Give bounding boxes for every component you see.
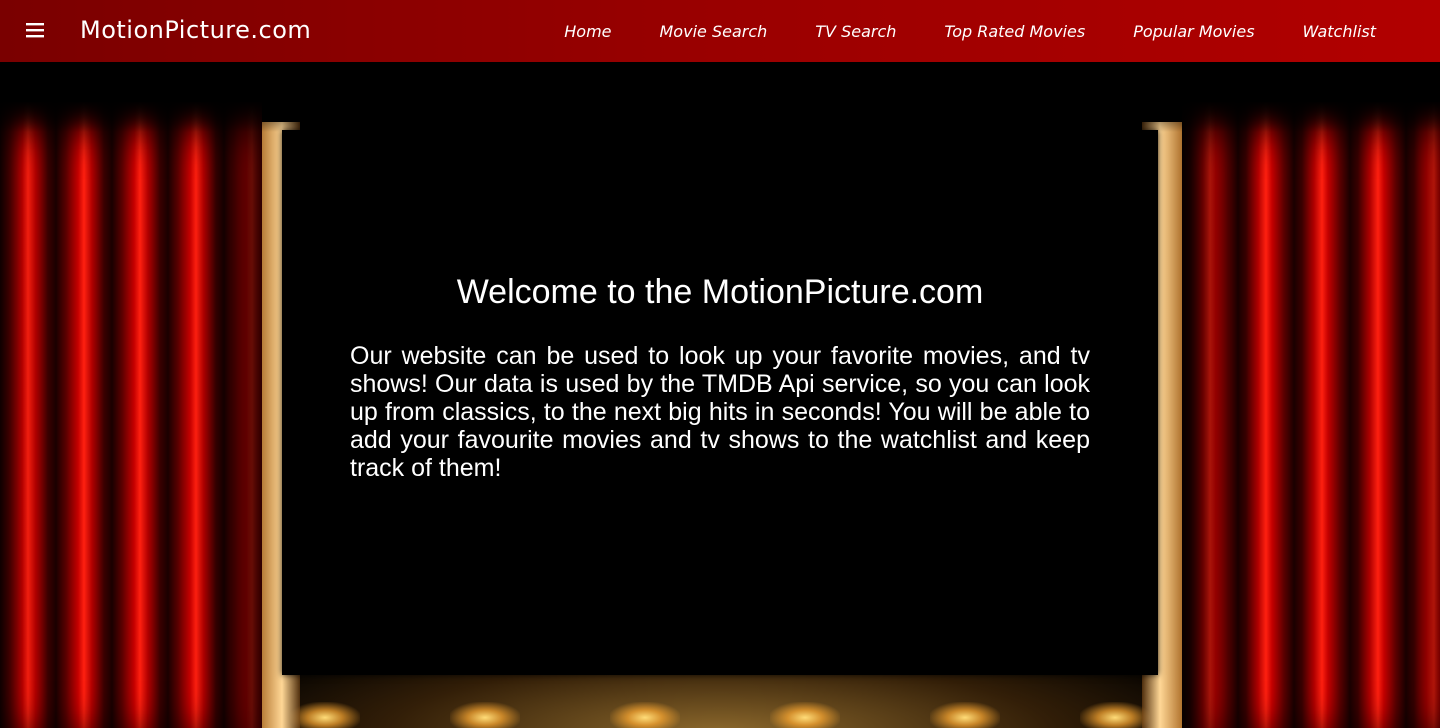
curtain-valance-shadow [0,62,1440,132]
theater-stage-background: Welcome to the MotionPicture.com Our web… [0,62,1440,728]
stage-footlight [1080,702,1150,728]
nav-link-watchlist[interactable]: Watchlist [1279,22,1400,41]
stage-footlight [290,702,360,728]
stage-footlight [930,702,1000,728]
brand-logo-text[interactable]: MotionPicture.com [80,14,311,46]
welcome-screen: Welcome to the MotionPicture.com Our web… [282,130,1158,675]
nav-link-top-rated-movies[interactable]: Top Rated Movies [920,22,1109,41]
nav-link-home[interactable]: Home [540,22,635,41]
nav-links: Home Movie Search TV Search Top Rated Mo… [540,0,1400,62]
welcome-description: Our website can be used to look up your … [350,342,1090,482]
curtain-left [0,102,262,728]
hamburger-menu-icon[interactable] [22,19,50,43]
nav-link-movie-search[interactable]: Movie Search [636,22,792,41]
stage-footlight [450,702,520,728]
curtain-right [1182,102,1440,728]
nav-link-tv-search[interactable]: TV Search [791,22,920,41]
welcome-title: Welcome to the MotionPicture.com [456,273,984,311]
top-navbar: MotionPicture.com Home Movie Search TV S… [0,0,1440,62]
stage-footlight [610,702,680,728]
stage-footlight [770,702,840,728]
nav-link-popular-movies[interactable]: Popular Movies [1109,22,1278,41]
